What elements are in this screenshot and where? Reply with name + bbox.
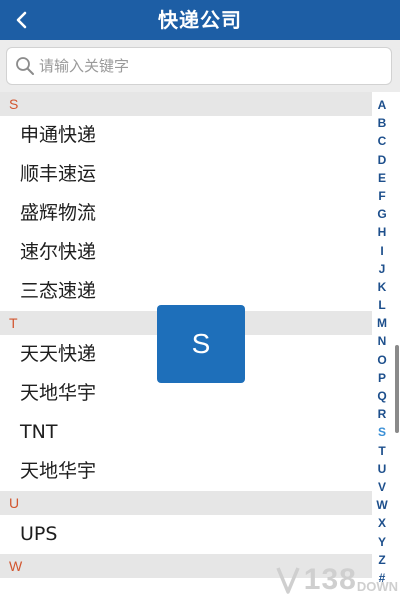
scrollbar[interactable] xyxy=(395,345,399,433)
index-letter-e[interactable]: E xyxy=(378,169,386,187)
index-letter-w[interactable]: W xyxy=(376,496,387,514)
index-letter-f[interactable]: F xyxy=(378,187,385,205)
index-letter-d[interactable]: D xyxy=(378,151,387,169)
search-bar xyxy=(0,40,400,92)
index-letter-o[interactable]: O xyxy=(377,351,386,369)
list-item[interactable]: 盛辉物流 xyxy=(0,194,372,233)
section-header-s: S xyxy=(0,92,372,116)
index-letter-c[interactable]: C xyxy=(378,132,387,150)
index-letter-s[interactable]: S xyxy=(378,423,386,441)
index-letter-r[interactable]: R xyxy=(378,405,387,423)
search-icon xyxy=(16,57,34,75)
index-letter-l[interactable]: L xyxy=(378,296,385,314)
list-item[interactable]: 申通快递 xyxy=(0,116,372,155)
page-title: 快递公司 xyxy=(158,8,242,32)
search-input[interactable] xyxy=(39,57,391,75)
index-letter-v[interactable]: V xyxy=(378,478,386,496)
index-letter-h[interactable]: H xyxy=(378,223,387,241)
index-letter-n[interactable]: N xyxy=(378,332,387,350)
list-item[interactable]: 顺丰速运 xyxy=(0,155,372,194)
index-letter-t[interactable]: T xyxy=(378,442,385,460)
index-letter-p[interactable]: P xyxy=(378,369,386,387)
watermark-text: DOWN xyxy=(356,578,398,594)
index-letter-u[interactable]: U xyxy=(378,460,387,478)
current-letter-overlay: S xyxy=(157,305,245,383)
index-letter-m[interactable]: M xyxy=(377,314,387,332)
search-box[interactable] xyxy=(6,47,392,85)
index-letter-j[interactable]: J xyxy=(379,260,386,278)
section-header-u: U xyxy=(0,491,372,515)
index-letter-i[interactable]: I xyxy=(380,242,383,260)
alphabet-index-bar[interactable]: A B C D E F G H I J K L M N O P Q R S T U V W X Y Z # xyxy=(374,96,390,587)
list-item[interactable]: TNT xyxy=(0,413,372,452)
watermark-logo: 138 DOWN xyxy=(250,560,400,600)
list-item[interactable]: UPS xyxy=(0,515,372,554)
list-item[interactable]: 速尔快递 xyxy=(0,233,372,272)
index-letter-b[interactable]: B xyxy=(378,114,387,132)
index-letter-y[interactable]: Y xyxy=(378,533,386,551)
index-letter-q[interactable]: Q xyxy=(377,387,386,405)
index-letter-g[interactable]: G xyxy=(377,205,386,223)
watermark-number: 138 xyxy=(303,563,357,596)
watermark-v-icon xyxy=(276,567,300,594)
index-letter-a[interactable]: A xyxy=(378,96,387,114)
index-letter-x[interactable]: X xyxy=(378,514,386,532)
index-letter-k[interactable]: K xyxy=(378,278,387,296)
list-item[interactable]: 天地华宇 xyxy=(0,452,372,491)
header-bar: 快递公司 xyxy=(0,0,400,40)
